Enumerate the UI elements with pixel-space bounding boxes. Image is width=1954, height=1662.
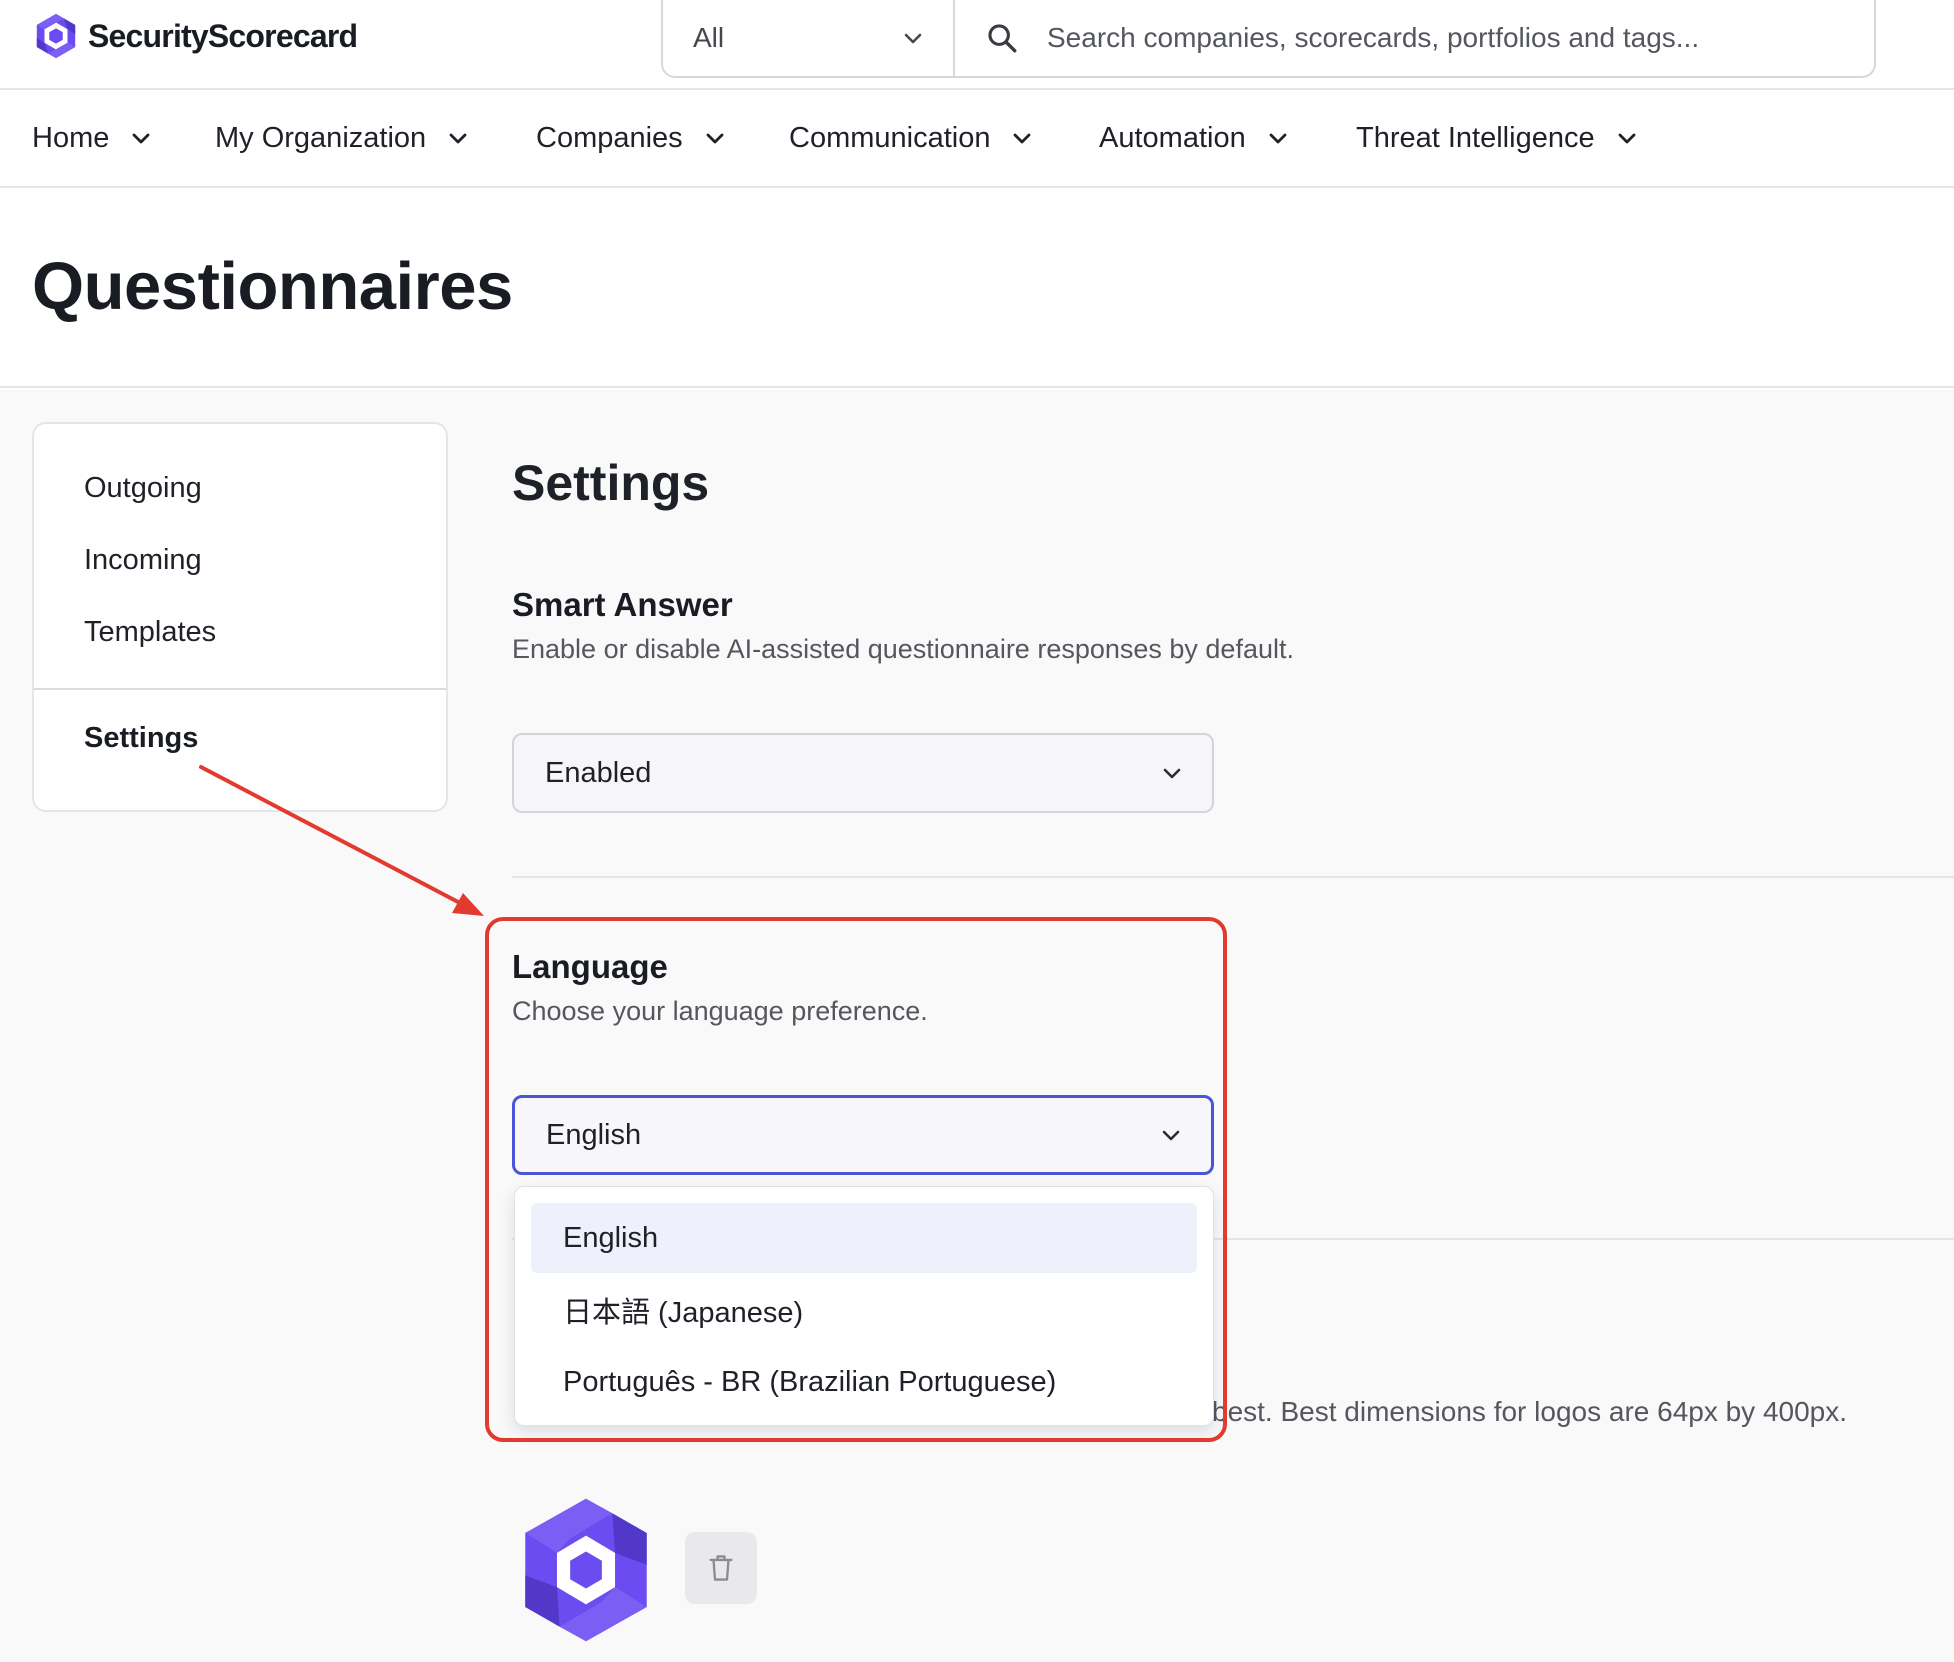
brand-logo-link[interactable]: SecurityScorecard: [32, 12, 358, 60]
chevron-down-icon: [1014, 133, 1031, 144]
organization-logo-image: [525, 1498, 647, 1642]
smart-answer-title: Smart Answer: [512, 586, 733, 623]
language-option-japanese[interactable]: 日本語 (Japanese): [531, 1275, 1197, 1345]
language-dropdown-menu: English 日本語 (Japanese) Português - BR (B…: [514, 1186, 1214, 1426]
trash-icon: [709, 1555, 733, 1581]
questionnaires-sidebar: Outgoing Incoming Templates Settings: [32, 422, 448, 812]
page-title: Questionnaires: [32, 249, 513, 324]
language-description: Choose your language preference.: [512, 996, 928, 1026]
section-divider: [512, 876, 1954, 878]
search-field: [955, 0, 1874, 76]
chevron-down-icon: [449, 133, 467, 144]
search-scope-value: All: [693, 22, 725, 53]
global-search: All: [661, 0, 1876, 78]
nav-item-companies[interactable]: Companies: [536, 90, 727, 186]
chevron-down-icon: [706, 133, 724, 144]
language-value: English: [546, 1118, 642, 1151]
nav-item-label: My Organization: [215, 121, 427, 154]
search-scope-select[interactable]: All: [663, 0, 955, 76]
nav-item-automation[interactable]: Automation: [1099, 90, 1290, 186]
sidebar-divider: [34, 688, 446, 690]
page-header: Questionnaires: [0, 188, 1954, 388]
nav-item-label: Communication: [789, 121, 991, 154]
top-bar: SecurityScorecard All: [0, 0, 1954, 90]
chevron-down-icon: [1269, 133, 1287, 144]
nav-item-communication[interactable]: Communication: [789, 90, 1034, 186]
smart-answer-value: Enabled: [545, 756, 652, 789]
nav-item-home[interactable]: Home: [32, 90, 153, 186]
brand-name: SecurityScorecard: [88, 17, 358, 54]
settings-title: Settings: [512, 455, 710, 511]
chevron-down-icon: [1163, 768, 1181, 779]
nav-item-label: Automation: [1099, 121, 1246, 154]
smart-answer-description: Enable or disable AI-assisted questionna…: [512, 634, 1294, 664]
chevron-down-icon: [132, 133, 150, 144]
sidebar-item-settings[interactable]: Settings: [84, 722, 198, 755]
main-nav: Home My Organization Companies Communica…: [0, 90, 1954, 188]
delete-logo-button[interactable]: [685, 1532, 757, 1604]
sidebar-item-incoming[interactable]: Incoming: [84, 544, 202, 577]
language-title: Language: [512, 948, 668, 985]
chevron-down-icon: [904, 33, 922, 44]
language-option-portuguese-br[interactable]: Português - BR (Brazilian Portuguese): [531, 1347, 1197, 1417]
nav-item-threat-intelligence[interactable]: Threat Intelligence: [1356, 90, 1639, 186]
nav-item-label: Companies: [536, 121, 683, 154]
securityscorecard-logo-icon: [36, 13, 76, 59]
chevron-down-icon: [1618, 133, 1635, 144]
sidebar-item-outgoing[interactable]: Outgoing: [84, 472, 202, 505]
smart-answer-select[interactable]: Enabled: [512, 733, 1214, 813]
search-icon: [988, 24, 1017, 53]
chevron-down-icon: [1162, 1130, 1180, 1141]
nav-item-label: Home: [32, 121, 110, 154]
nav-item-label: Threat Intelligence: [1356, 121, 1595, 154]
language-select[interactable]: English: [512, 1095, 1214, 1175]
nav-item-my-organization[interactable]: My Organization: [215, 90, 470, 186]
logo-hint-text: best. Best dimensions for logos are 64px…: [1212, 1396, 1848, 1427]
main-content: Outgoing Incoming Templates Settings Set…: [0, 390, 1954, 1662]
search-input[interactable]: [1047, 22, 1807, 54]
language-option-english[interactable]: English: [531, 1203, 1197, 1273]
sidebar-item-templates[interactable]: Templates: [84, 616, 216, 649]
